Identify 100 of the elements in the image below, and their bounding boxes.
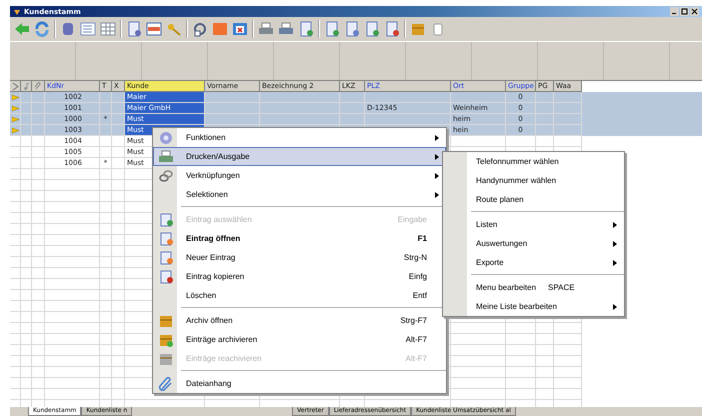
export-icon[interactable] [298, 21, 314, 37]
print-preview-icon[interactable] [278, 21, 294, 37]
submenu-arrow-icon [435, 134, 439, 140]
row-marker-cell[interactable] [10, 158, 21, 169]
table-cell [32, 235, 45, 246]
maximize-icon[interactable] [680, 7, 689, 16]
delete-document-icon[interactable] [384, 21, 400, 37]
table-cell [45, 378, 100, 389]
back-arrow-icon[interactable] [14, 21, 30, 37]
menu-item[interactable]: Meine Liste bearbeiten [443, 297, 624, 316]
table-cell [100, 235, 112, 246]
table-cell [506, 356, 536, 367]
card-icon[interactable] [146, 21, 162, 37]
table-cell [32, 147, 45, 158]
table-cell [32, 389, 45, 400]
table-cell [21, 389, 32, 400]
close-window-icon[interactable] [232, 21, 248, 37]
table-cell [100, 136, 112, 147]
table-cell [112, 147, 125, 158]
menu-item[interactable]: Menu bearbeiten SPACE [443, 278, 624, 297]
table-cell [45, 180, 100, 191]
row-marker-cell[interactable] [10, 125, 21, 136]
table-cell [45, 312, 100, 323]
table-cell [45, 257, 100, 268]
menu-item[interactable]: Dateianhang [153, 374, 446, 393]
menu-item[interactable]: Handynummer wählen [443, 171, 624, 190]
form-icon[interactable] [80, 21, 96, 37]
table-cell [32, 279, 45, 290]
menu-item[interactable]: Löschen Entf [153, 286, 446, 305]
table-cell [45, 323, 100, 334]
table-cell [45, 279, 100, 290]
table-cell [10, 224, 21, 235]
refresh-icon[interactable] [34, 21, 50, 37]
copy-document-icon[interactable] [344, 21, 360, 37]
table-cell [32, 158, 45, 169]
box-icon [159, 314, 173, 328]
minimize-icon[interactable] [670, 7, 679, 16]
table-cell [45, 389, 100, 400]
table-cell [32, 213, 45, 224]
document-icon[interactable] [126, 21, 142, 37]
table-cell [554, 356, 582, 367]
table-cell [10, 235, 21, 246]
menu-item[interactable]: Exporte [443, 253, 624, 272]
row-marker-cell[interactable] [10, 136, 21, 147]
table-cell [451, 356, 506, 367]
menu-item[interactable]: Eintrag kopieren Einfg [153, 267, 446, 286]
menu-item[interactable]: Telefonnummer wählen [443, 152, 624, 171]
submenu-arrow-icon [435, 154, 439, 160]
table-cell [451, 334, 506, 345]
menu-item[interactable]: Selektionen [153, 185, 446, 204]
table-cell [21, 246, 32, 257]
table-cell [506, 136, 536, 147]
printer-icon[interactable] [258, 21, 274, 37]
menu-item[interactable]: Eintrag öffnen F1 [153, 229, 446, 248]
box-icon[interactable] [410, 21, 426, 37]
menu-item[interactable]: Einträge archivieren Alt-F7 [153, 330, 446, 349]
gear-icon [159, 130, 173, 144]
edit-document-icon[interactable] [364, 21, 380, 37]
table-cell [10, 191, 21, 202]
note-icon[interactable] [22, 82, 30, 90]
menu-item[interactable]: Route planen [443, 190, 624, 209]
table-cell [45, 213, 100, 224]
table-cell [536, 345, 554, 356]
table-cell [32, 180, 45, 191]
table-cell [100, 378, 112, 389]
table-cell [100, 268, 112, 279]
menu-item[interactable]: Archiv öffnen Strg-F7 [153, 311, 446, 330]
table-cell [21, 213, 32, 224]
table-cell [536, 389, 554, 400]
table-cell [10, 378, 21, 389]
menu-item[interactable]: Auswertungen [443, 234, 624, 253]
paperclip-icon[interactable] [34, 82, 42, 90]
grid-icon[interactable] [100, 21, 116, 37]
table-cell [32, 378, 45, 389]
close-icon[interactable] [690, 7, 699, 16]
database-icon[interactable] [60, 21, 76, 37]
table-cell [32, 191, 45, 202]
menu-item[interactable]: Drucken/Ausgabe [153, 147, 446, 166]
submenu-arrow-icon [613, 304, 617, 310]
table-cell [506, 367, 536, 378]
table-cell [100, 180, 112, 191]
table-cell [32, 202, 45, 213]
new-document-icon [159, 232, 173, 246]
menu-item[interactable]: Listen [443, 215, 624, 234]
menu-item[interactable]: Verknüpfungen [153, 166, 446, 185]
table-cell [112, 389, 125, 400]
table-cell [554, 334, 582, 345]
table-cell [10, 202, 21, 213]
table-cell [536, 367, 554, 378]
table-cell [100, 323, 112, 334]
table-cell [100, 246, 112, 257]
menu-item[interactable]: Neuer Eintrag Strg-N [153, 248, 446, 267]
box-icon [159, 352, 173, 366]
table-cell [554, 378, 582, 389]
link-icon[interactable] [192, 21, 208, 37]
table-cell [45, 367, 100, 378]
row-marker-cell[interactable] [10, 147, 21, 158]
table-cell [32, 367, 45, 378]
table-cell [536, 356, 554, 367]
new-document-icon[interactable] [324, 21, 340, 37]
